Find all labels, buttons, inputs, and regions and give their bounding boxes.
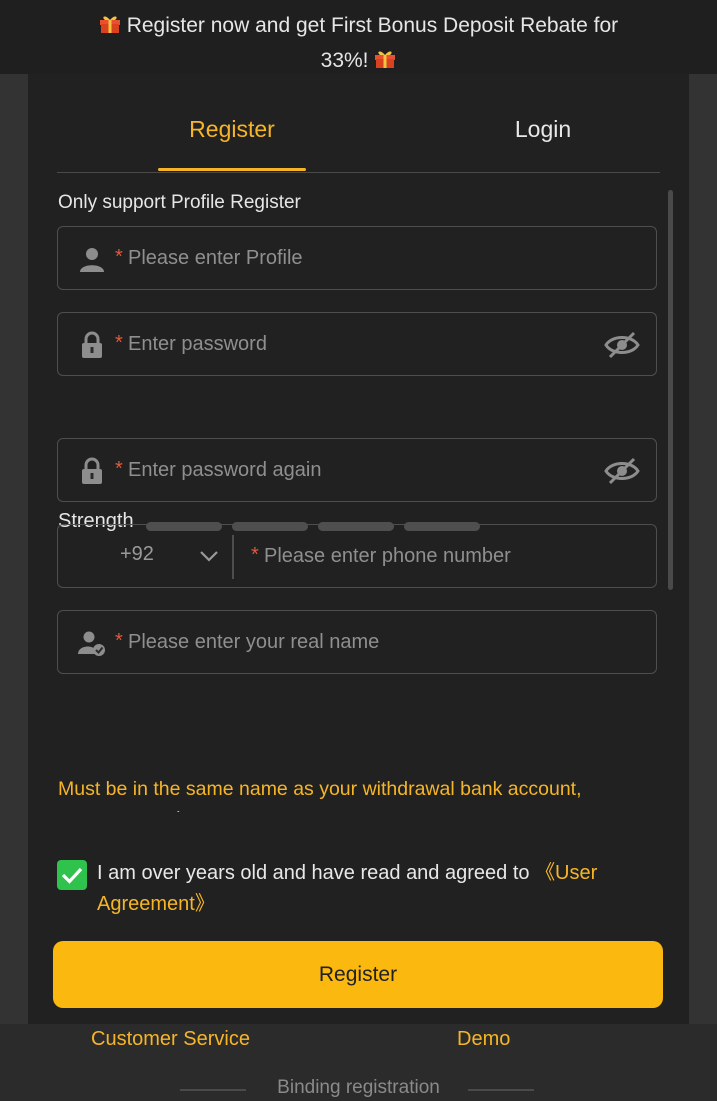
chevron-down-icon[interactable] bbox=[199, 546, 219, 566]
check-icon bbox=[61, 867, 83, 884]
required-mark: * bbox=[115, 630, 123, 652]
lock-icon bbox=[82, 331, 102, 358]
lock-icon bbox=[82, 457, 102, 484]
real-name-input[interactable] bbox=[128, 621, 588, 663]
password-field: * bbox=[57, 312, 657, 376]
side-gutter-left bbox=[0, 74, 28, 1024]
eye-off-icon[interactable] bbox=[604, 330, 640, 360]
country-code[interactable]: +92 bbox=[120, 543, 154, 566]
promo-text-line2: 33%! bbox=[320, 49, 369, 72]
phone-field: +92 * bbox=[57, 524, 657, 588]
required-mark: * bbox=[251, 544, 259, 566]
password-again-field: * bbox=[57, 438, 657, 502]
gift-icon bbox=[375, 51, 396, 68]
promo-banner: Register now and get First Bonus Deposit… bbox=[0, 0, 717, 74]
tab-login[interactable]: Login bbox=[433, 116, 653, 143]
eye-off-icon[interactable] bbox=[604, 456, 640, 486]
divider bbox=[232, 535, 234, 579]
verified-user-icon bbox=[78, 631, 105, 656]
register-hint: Only support Profile Register bbox=[58, 192, 301, 213]
demo-link[interactable]: Demo bbox=[457, 1028, 510, 1051]
password-input[interactable] bbox=[128, 323, 588, 365]
promo-text: Register now and get First Bonus Deposit… bbox=[40, 8, 677, 78]
required-mark: * bbox=[115, 332, 123, 354]
agreement-text: I am over years old and have read and ag… bbox=[97, 858, 657, 920]
binding-registration-label[interactable]: Binding registration bbox=[57, 1077, 660, 1099]
agreement-label: I am over years old and have read and ag… bbox=[97, 862, 536, 884]
scrollbar[interactable] bbox=[668, 190, 673, 590]
agree-checkbox[interactable] bbox=[57, 860, 87, 890]
password-again-input[interactable] bbox=[128, 449, 588, 491]
tab-register[interactable]: Register bbox=[122, 116, 342, 143]
gift-icon bbox=[99, 16, 120, 33]
promo-text-line1: Register now and get First Bonus Deposit… bbox=[126, 14, 619, 37]
divider bbox=[468, 1089, 534, 1091]
required-mark: * bbox=[115, 246, 123, 268]
real-name-warning: Must be in the same name as your withdra… bbox=[58, 778, 582, 812]
customer-service-link[interactable]: Customer Service bbox=[91, 1028, 250, 1051]
person-icon bbox=[80, 248, 104, 272]
auth-tabs: Register Login bbox=[57, 74, 660, 173]
real-name-field: * bbox=[57, 610, 657, 674]
required-mark: * bbox=[115, 458, 123, 480]
active-tab-indicator bbox=[158, 168, 306, 171]
register-button[interactable]: Register bbox=[53, 941, 663, 1008]
binding-registration: Binding registration bbox=[57, 1077, 660, 1101]
auth-panel: Register Login Only support Profile Regi… bbox=[28, 74, 689, 1098]
profile-field: * bbox=[57, 226, 657, 290]
phone-input[interactable] bbox=[264, 535, 624, 577]
profile-input[interactable] bbox=[128, 237, 588, 279]
side-gutter-right bbox=[689, 74, 717, 1024]
